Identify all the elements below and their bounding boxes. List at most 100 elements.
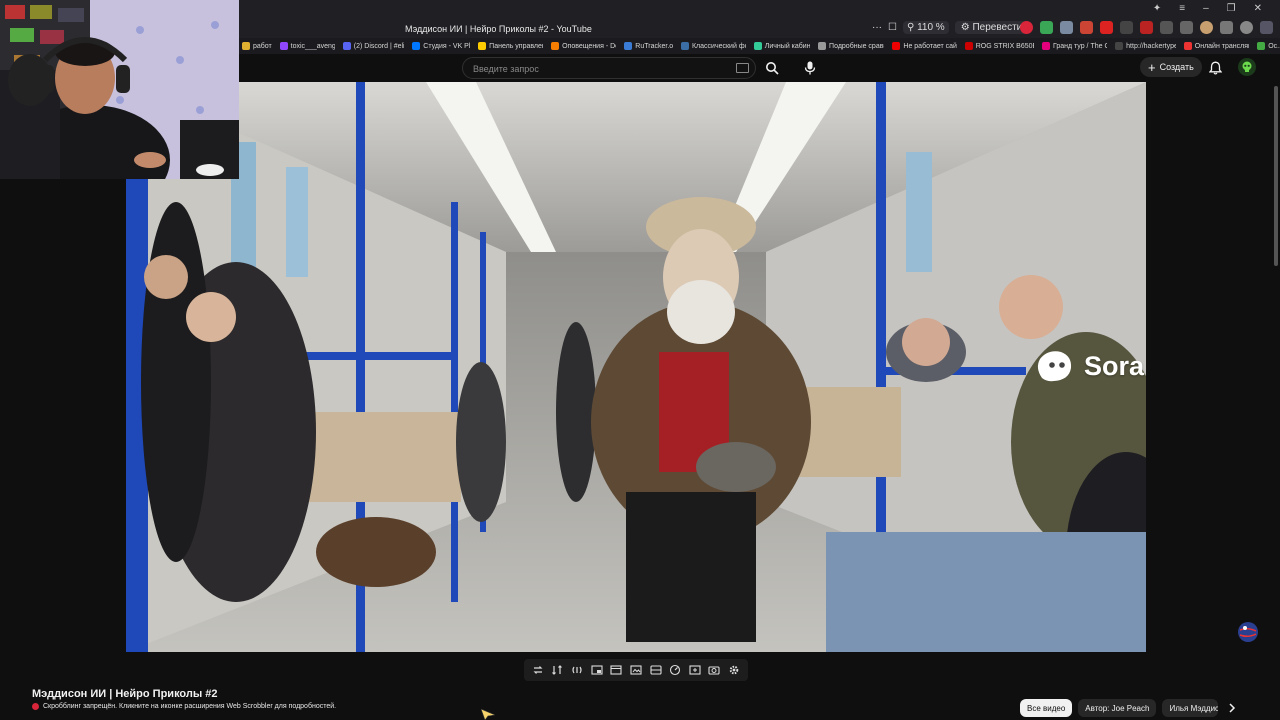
sora-logo-icon <box>1037 351 1072 382</box>
stop-icon[interactable] <box>1140 21 1153 34</box>
screenshot-icon[interactable] <box>628 662 644 678</box>
bookmark-item[interactable]: работа <box>242 42 272 50</box>
bookmark-favicon-icon <box>478 42 487 50</box>
translate-label: Перевести <box>972 22 1023 33</box>
translate-button[interactable]: ⚙ Перевести <box>954 21 1029 34</box>
puzzle-icon[interactable] <box>1260 21 1273 34</box>
more-actions-button[interactable]: ··· <box>872 22 882 33</box>
extension-icons <box>1020 21 1280 34</box>
scissors-icon[interactable] <box>1160 21 1173 34</box>
search-box[interactable] <box>462 57 756 79</box>
bookmark-label: Личный кабинет <box>764 42 811 50</box>
account-avatar[interactable] <box>1238 58 1256 76</box>
window-title: Мэддисон ИИ | Нейро Приколы #2 - YouTube <box>405 24 592 34</box>
bookmark-favicon-icon <box>818 42 827 50</box>
bell-icon <box>1208 61 1222 75</box>
pen-icon[interactable] <box>1100 21 1113 34</box>
search-button[interactable] <box>760 58 784 78</box>
chip-all-videos[interactable]: Все видео <box>1020 699 1073 717</box>
bookmark-favicon-icon <box>1257 42 1266 50</box>
chip-channel[interactable]: Илья Мэддисон <box>1162 699 1219 717</box>
video-extension-toolbar <box>524 659 748 681</box>
bookmark-label: Гранд тур / The G... <box>1052 42 1107 50</box>
video-title: Мэддисон ИИ | Нейро Приколы #2 <box>32 688 218 700</box>
zoom-indicator[interactable]: ⚲ 110 % <box>902 21 949 34</box>
cookie-icon[interactable] <box>1200 21 1213 34</box>
bookmark-label: Студия - VK Play <box>423 42 471 50</box>
sora-watermark: Sora <box>1034 348 1146 384</box>
bookmark-item[interactable]: Онлайн трансляц... <box>1183 42 1249 50</box>
film-icon[interactable] <box>608 662 624 678</box>
clipboard-icon[interactable] <box>1180 21 1193 34</box>
settings-gear-icon[interactable] <box>726 662 742 678</box>
bookmark-item[interactable]: http://hackertype... <box>1115 42 1176 50</box>
chevron-right-icon[interactable] <box>1224 699 1240 717</box>
sora-text: Sora <box>1083 350 1144 381</box>
bookmark-label: Онлайн трансляц... <box>1194 42 1249 50</box>
create-button[interactable]: + Создать <box>1140 57 1202 77</box>
notifications-button[interactable] <box>1206 59 1224 77</box>
record-icon[interactable] <box>1220 21 1233 34</box>
bookmark-icon[interactable]: ☐ <box>888 22 897 33</box>
translate-globe-icon[interactable] <box>1237 621 1259 643</box>
add-to-playlist-icon[interactable] <box>687 662 703 678</box>
globe-icon[interactable] <box>1120 21 1133 34</box>
restore-button[interactable]: ❐ <box>1227 3 1236 14</box>
frame-icon[interactable] <box>648 662 664 678</box>
sort-icon[interactable] <box>549 662 565 678</box>
speed-icon[interactable] <box>667 662 683 678</box>
bookmark-item[interactable]: Подробные сравн... <box>818 42 884 50</box>
vk-icon[interactable] <box>1080 21 1093 34</box>
adblock-icon[interactable] <box>1020 21 1033 34</box>
bookmark-favicon-icon <box>279 42 288 50</box>
extension-icon[interactable] <box>1060 21 1073 34</box>
audio-icon[interactable] <box>569 662 585 678</box>
video-player[interactable]: Sora <box>126 82 1146 652</box>
browser-tools: ··· ☐ ⚲ 110 % ⚙ Перевести <box>872 21 1029 34</box>
keyboard-icon[interactable] <box>736 63 749 73</box>
bookmark-favicon-icon <box>551 42 560 50</box>
bookmark-label: Не работает сайт... <box>903 42 957 50</box>
menu-icon[interactable]: ≡ <box>1179 3 1185 14</box>
bookmark-item[interactable]: RuTracker.org <box>624 42 673 50</box>
mouse-cursor-icon <box>481 709 495 720</box>
bookmark-item[interactable]: Панель управлен... <box>478 42 543 50</box>
bookmark-favicon-icon <box>624 42 633 50</box>
bookmark-favicon-icon <box>680 42 689 50</box>
bookmark-item[interactable]: Классический фо... <box>680 42 746 50</box>
scrobbler-notice: Скробблинг запрещён. Кликните на иконке … <box>32 703 336 710</box>
chip-author[interactable]: Автор: Joe Peach <box>1078 699 1157 717</box>
bookmark-favicon-icon <box>242 42 250 50</box>
bookmark-favicon-icon <box>412 42 421 50</box>
bookmark-item[interactable]: toxic___avenger <box>279 42 335 50</box>
camera-icon[interactable] <box>706 662 722 678</box>
download-icon[interactable] <box>1040 21 1053 34</box>
minimize-button[interactable]: – <box>1203 3 1209 14</box>
bookmark-label: ROG STRIX B650E... <box>975 42 1034 50</box>
search-icon <box>766 62 779 75</box>
bookmark-item[interactable]: Студия - VK Play <box>412 42 470 50</box>
bookmark-label: Оповещения - Do... <box>562 42 616 50</box>
close-button[interactable]: ✕ <box>1254 3 1262 14</box>
bookmark-item[interactable]: Гранд тур / The G... <box>1041 42 1107 50</box>
scrobbler-icon <box>32 703 39 710</box>
lamp-icon[interactable] <box>1240 21 1253 34</box>
plus-icon: + <box>1148 59 1156 75</box>
bookmark-item[interactable]: Не работает сайт... <box>892 42 957 50</box>
scrobbler-notice-text: Скробблинг запрещён. Кликните на иконке … <box>43 703 337 710</box>
loop-icon[interactable] <box>530 662 546 678</box>
pin-icon[interactable]: ✦ <box>1153 3 1161 14</box>
video-frame <box>126 82 1146 652</box>
picture-in-picture-icon[interactable] <box>589 662 605 678</box>
bookmark-label: работа <box>253 42 272 50</box>
bookmark-item[interactable]: ROG STRIX B650E... <box>964 42 1034 50</box>
bookmark-item[interactable]: Ос... <box>1257 42 1280 50</box>
bookmark-item[interactable]: Личный кабинет <box>753 42 811 50</box>
bookmark-label: Ос... <box>1268 42 1280 50</box>
scrollbar-thumb[interactable] <box>1274 86 1278 266</box>
bookmark-item[interactable]: (2) Discord | #elit... <box>342 42 404 50</box>
bookmark-item[interactable]: Оповещения - Do... <box>551 42 616 50</box>
voice-search-button[interactable] <box>798 56 822 80</box>
search-input[interactable] <box>471 61 725 77</box>
bookmark-favicon-icon <box>1183 42 1192 50</box>
